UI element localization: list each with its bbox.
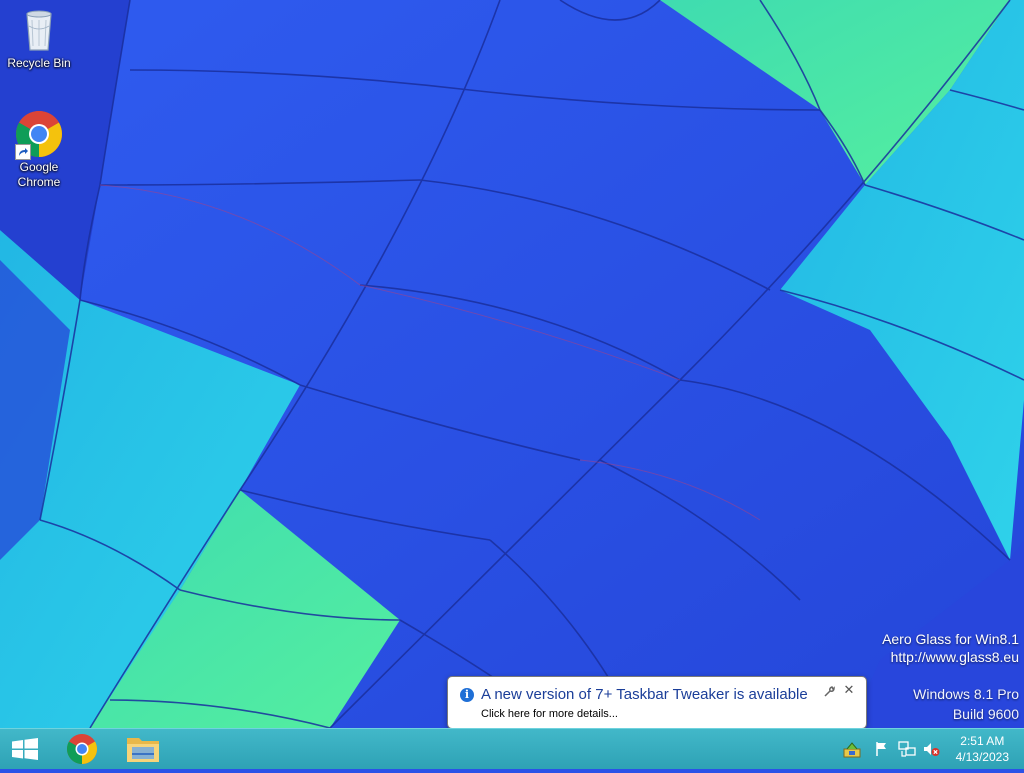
desktop-icon-google-chrome[interactable]: Google Chrome: [1, 110, 77, 190]
watermark-line4: Build 9600: [952, 706, 1019, 722]
recycle-bin-label: Recycle Bin: [7, 56, 71, 70]
taskbar-tweaker-icon[interactable]: [842, 739, 862, 759]
chrome-icon: [66, 734, 98, 764]
watermark-line2: http://www.glass8.eu: [890, 649, 1019, 665]
taskbar-chrome-button[interactable]: [58, 729, 106, 769]
windows-logo-icon: [12, 738, 38, 760]
watermark-line1: Aero Glass for Win8.1: [882, 631, 1019, 647]
notification-details-link[interactable]: Click here for more details...: [481, 708, 618, 720]
info-icon: i: [460, 688, 474, 702]
chrome-icon: [15, 110, 63, 160]
volume-muted-icon[interactable]: [921, 739, 941, 759]
clock-time: 2:51 AM: [960, 734, 1005, 748]
shortcut-arrow-icon: [15, 144, 31, 160]
folder-icon: [127, 738, 159, 762]
notification-title[interactable]: A new version of 7+ Taskbar Tweaker is a…: [481, 686, 808, 703]
desktop[interactable]: Recycle Bin Google Chrome Aero Glass for …: [0, 0, 1024, 728]
taskbar-clock[interactable]: 2:51 AM 4/13/2023: [956, 733, 1009, 765]
start-button[interactable]: [0, 729, 50, 769]
notification-close-button[interactable]: ✕: [842, 683, 856, 697]
recycle-bin-icon: [15, 6, 63, 54]
notification-options-button[interactable]: [822, 685, 836, 699]
watermark-line3: Windows 8.1 Pro: [913, 686, 1019, 702]
wrench-icon: [824, 686, 835, 697]
desktop-icon-recycle-bin[interactable]: Recycle Bin: [1, 6, 77, 71]
clock-date: 4/13/2023: [955, 750, 1009, 764]
balloon-wallpaper: [0, 0, 1024, 728]
network-icon[interactable]: [897, 739, 917, 759]
taskbar-file-explorer-button[interactable]: [118, 729, 168, 769]
aero-glass-watermark: Aero Glass for Win8.1 http://www.glass8.…: [882, 630, 1019, 666]
taskbar[interactable]: 2:51 AM 4/13/2023: [0, 728, 1024, 769]
action-center-flag-icon[interactable]: [872, 739, 892, 759]
update-notification-balloon[interactable]: i A new version of 7+ Taskbar Tweaker is…: [447, 676, 867, 728]
google-chrome-label: Google Chrome: [17, 160, 61, 189]
windows-version-watermark: Windows 8.1 Pro Build 9600: [913, 684, 1019, 724]
